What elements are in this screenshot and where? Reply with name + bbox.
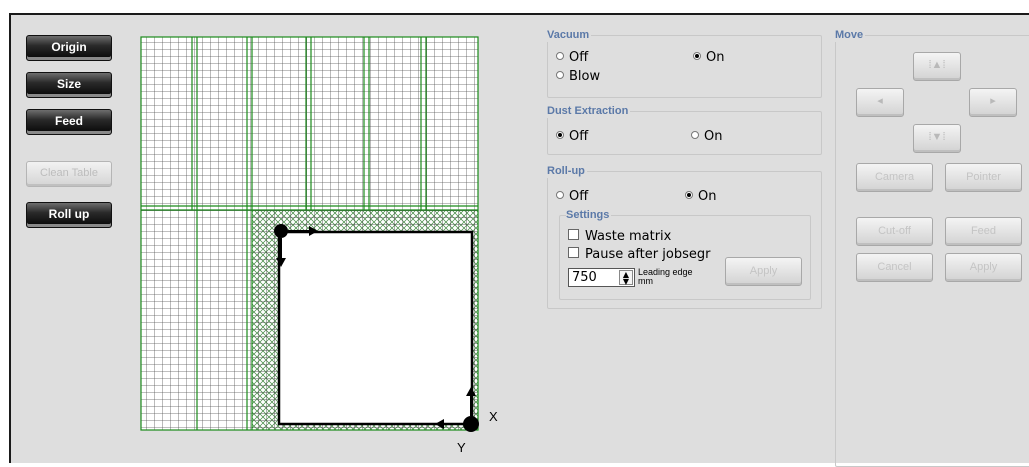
rollup-off-label: Off [569,189,589,204]
radio-icon [691,131,699,139]
vacuum-on-radio[interactable]: On [693,50,724,65]
radio-selected-icon [556,131,564,139]
x-axis-label: X [489,409,498,424]
pause-after-label: Pause after jobsegr [585,247,711,262]
job-area [277,230,474,426]
dust-on-radio[interactable]: On [691,129,722,144]
move-title: Move [835,28,866,42]
rollup-settings-group: Settings Waste matrix Pause after jobseg… [559,208,811,300]
dust-on-label: On [704,129,723,144]
rollup-on-radio[interactable]: On [685,189,716,204]
move-left-button[interactable]: ◂ [856,88,904,117]
checkbox-icon [568,229,579,240]
radio-icon [556,191,564,199]
vacuum-on-label: On [706,50,725,65]
settings-title: Settings [566,208,612,222]
checkbox-icon [568,247,579,258]
y-axis-label: Y [457,440,466,455]
dust-extraction-title: Dust Extraction [547,104,631,118]
vacuum-blow-radio[interactable]: Blow [556,69,600,84]
move-apply-button[interactable]: Apply [945,253,1022,282]
leading-edge-value: 750 [572,270,597,285]
rollup-off-radio[interactable]: Off [556,189,588,204]
camera-button[interactable]: Camera [856,163,933,192]
waste-matrix-checkbox[interactable]: Waste matrix [568,229,671,244]
arrow-up-icon: ⁞▲⁞ [928,59,946,71]
arrow-down-icon: ⁞▼⁞ [928,131,946,143]
move-down-button[interactable]: ⁞▼⁞ [913,124,961,153]
radio-selected-icon [693,52,701,60]
rollup-on-label: On [698,189,717,204]
rollup-title: Roll-up [547,164,587,178]
move-group: Move ⁞▲⁞ ◂ ▸ ⁞▼⁞ Camera Pointer Cut-off … [835,28,1029,467]
move-right-button[interactable]: ▸ [969,88,1017,117]
pointer-button[interactable]: Pointer [945,163,1022,192]
pause-after-checkbox[interactable]: Pause after jobsegr [568,247,718,262]
arrow-right-icon: ▸ [990,95,996,107]
vacuum-off-label: Off [569,50,589,65]
move-feed-button[interactable]: Feed [945,217,1022,246]
cutting-table-canvas[interactable]: X Y [11,15,531,465]
spinner-arrows-icon[interactable]: ▲ ▼ [619,270,633,286]
vacuum-group: Vacuum Off On Blow [547,28,822,98]
radio-icon [556,52,564,60]
dust-off-radio[interactable]: Off [556,129,588,144]
rollup-group: Roll-up Off On Settings Waste matrix Pau… [547,164,822,309]
move-up-button[interactable]: ⁞▲⁞ [913,52,961,81]
cutoff-button[interactable]: Cut-off [856,217,933,246]
vacuum-title: Vacuum [547,28,592,42]
vacuum-blow-label: Blow [569,69,601,84]
dust-extraction-group: Dust Extraction Off On [547,104,822,155]
waste-matrix-label: Waste matrix [585,229,672,244]
arrow-left-icon: ◂ [877,95,883,107]
rollup-apply-button[interactable]: Apply [725,257,802,286]
cutter-control-panel: Origin Size Feed Clean Table Roll up X Y… [9,13,1029,467]
dust-off-label: Off [569,129,589,144]
radio-selected-icon [685,191,693,199]
leading-edge-label: Leading edge mm [638,267,693,286]
leading-edge-spinbox[interactable]: 750 ▲ ▼ [568,268,635,287]
cancel-button[interactable]: Cancel [856,253,933,282]
radio-icon [556,71,564,79]
vacuum-off-radio[interactable]: Off [556,50,588,65]
